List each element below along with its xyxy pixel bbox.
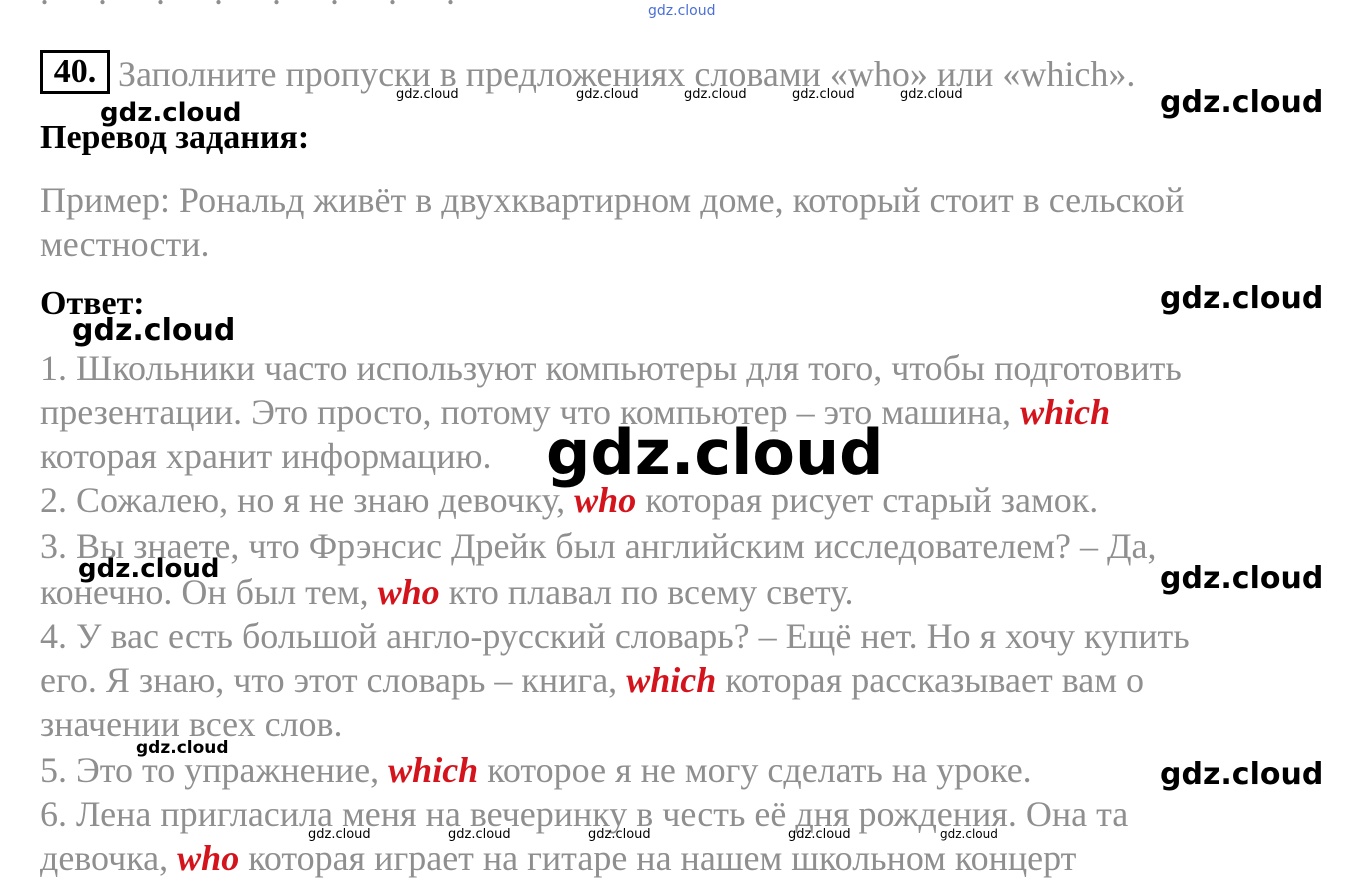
watermark-center: gdz.cloud: [546, 416, 884, 489]
answer-4-line-1: 4. У вас есть большой англо-русский слов…: [40, 616, 1190, 656]
answer-4-text: его. Я знаю, что этот словарь – книга,: [40, 660, 627, 700]
watermark: gdz.cloud: [72, 313, 236, 348]
watermark: gdz.cloud: [1160, 85, 1324, 120]
answer-2-word: who: [574, 480, 637, 520]
answer-1-word: which: [1020, 392, 1111, 432]
answer-6-line-2: девочка, who которая играет на гитаре на…: [40, 836, 1076, 880]
answer-5-word: which: [388, 750, 479, 790]
answer-2-text: 2. Сожалею, но я не знаю девочку,: [40, 480, 575, 520]
answer-3-word: who: [377, 572, 440, 612]
translation-heading: Перевод задания:: [40, 119, 310, 156]
answer-4-text-after: которая рассказывает вам о: [716, 660, 1144, 700]
answer-1-line-1: 1. Школьники часто используют компьютеры…: [40, 348, 1182, 388]
cut-off-text-line: . . . . . . . .: [40, 0, 475, 14]
answer-5-text: 5. Это то упражнение,: [40, 750, 389, 790]
answer-3-text: конечно. Он был тем,: [40, 572, 378, 612]
watermark-top: gdz.cloud: [648, 3, 716, 19]
answer-5-line: 5. Это то упражнение, which которое я не…: [40, 748, 1032, 792]
answer-2-text-after: которая рисует старый замок.: [636, 480, 1099, 520]
watermark-small: gdz.cloud: [396, 87, 459, 102]
watermark-small: gdz.cloud: [684, 87, 747, 102]
watermark: gdz.cloud: [1160, 281, 1324, 316]
answer-6-text: девочка,: [40, 838, 178, 878]
translation-line-2: местности.: [40, 224, 210, 264]
answer-6-word: who: [177, 838, 240, 878]
answer-2-line: 2. Сожалею, но я не знаю девочку, who ко…: [40, 478, 1098, 522]
answer-4-line-2: его. Я знаю, что этот словарь – книга, w…: [40, 658, 1144, 702]
task-number-box: 40.: [40, 50, 110, 94]
answer-6-text-after: которая играет на гитаре на нашем школьн…: [239, 838, 1077, 878]
watermark-small: gdz.cloud: [900, 87, 963, 102]
translation-line-1: Пример: Рональд живёт в двухквартирном д…: [40, 180, 1185, 220]
answer-5-text-after: которое я не могу сделать на уроке.: [478, 750, 1032, 790]
watermark-small: gdz.cloud: [576, 87, 639, 102]
watermark: gdz.cloud: [1160, 757, 1324, 792]
watermark: gdz.cloud: [1160, 561, 1324, 596]
answer-3-line-2: конечно. Он был тем, who кто плавал по в…: [40, 570, 854, 614]
answer-3-text-after: кто плавал по всему свету.: [439, 572, 854, 612]
answer-1-line-3: которая хранит информацию.: [40, 436, 492, 476]
answer-4-word: which: [626, 660, 717, 700]
document-page: . . . . . . . . gdz.cloud 40. Заполните …: [0, 0, 1371, 886]
watermark-small: gdz.cloud: [792, 87, 855, 102]
